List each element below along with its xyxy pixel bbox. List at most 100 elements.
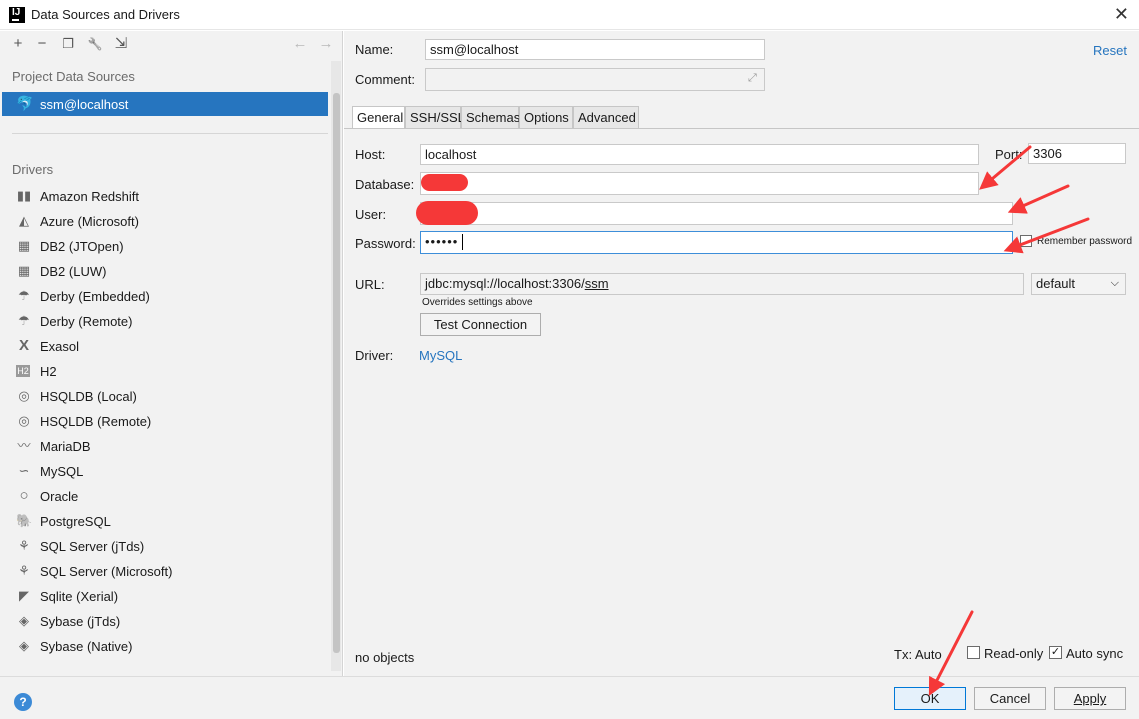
driver-item[interactable]: ◈ Sybase (jTds)	[14, 611, 324, 633]
driver-item[interactable]: 🐘 PostgreSQL	[14, 511, 324, 533]
url-label: URL:	[355, 277, 385, 292]
driver-item[interactable]: ◎ HSQLDB (Remote)	[14, 411, 324, 433]
driver-item[interactable]: X Exasol	[14, 336, 324, 358]
drivers-heading: Drivers	[12, 162, 54, 177]
text-cursor	[462, 234, 463, 250]
window-title: Data Sources and Drivers	[31, 7, 180, 22]
url-hint: Overrides settings above	[422, 297, 533, 308]
tab-general[interactable]: General	[352, 106, 405, 129]
mysql-icon: 🐬	[16, 95, 34, 111]
postgresql-icon: 🐘	[16, 513, 33, 528]
database-field[interactable]	[420, 172, 979, 195]
database-label: Database:	[355, 177, 415, 192]
objects-status: no objects	[355, 650, 415, 665]
url-database: ssm	[584, 276, 609, 291]
host-label: Host:	[355, 147, 386, 162]
remember-password-label: Remember password	[1037, 236, 1133, 247]
url-prefix: jdbc:mysql://localhost:3306/	[425, 276, 585, 291]
azure-icon: ◭	[19, 213, 29, 228]
left-toolbar: + − ❐ 🔧 ⇲ ← →	[0, 31, 343, 59]
help-icon[interactable]: ?	[14, 693, 32, 711]
password-label: Password:	[355, 236, 416, 251]
driver-item[interactable]: ⚘ SQL Server (Microsoft)	[14, 561, 324, 583]
driver-item[interactable]: ◈ Sybase (Native)	[14, 636, 324, 658]
cancel-button[interactable]: Cancel	[974, 687, 1046, 710]
tab-advanced[interactable]: Advanced	[573, 106, 639, 128]
left-panel: + − ❐ 🔧 ⇲ ← → Project Data Sources 🐬 ssm…	[0, 31, 343, 676]
driver-link[interactable]: MySQL	[419, 348, 462, 363]
right-panel: Name: ssm@localhost Reset Comment: ⤢ Gen…	[344, 31, 1139, 676]
project-data-sources-heading: Project Data Sources	[12, 69, 135, 84]
read-only-checkbox[interactable]	[967, 646, 980, 659]
forward-arrow-icon[interactable]: →	[317, 35, 335, 53]
name-label: Name:	[355, 42, 394, 57]
driver-item[interactable]: ▦ DB2 (LUW)	[14, 261, 324, 283]
redaction-mark	[416, 201, 478, 225]
sybase-icon: ◈	[19, 638, 29, 653]
test-connection-button[interactable]: Test Connection	[420, 313, 541, 336]
driver-item[interactable]: ⚘ SQL Server (jTds)	[14, 536, 324, 558]
tab-ssh-ssl[interactable]: SSH/SSL	[405, 106, 465, 128]
title-bar: IJ Data Sources and Drivers ✕	[0, 0, 1139, 30]
hsqldb-icon: ◎	[18, 413, 30, 428]
user-field[interactable]	[420, 202, 1013, 225]
url-field[interactable]: jdbc:mysql://localhost:3306/ssm	[420, 273, 1024, 295]
apply-button[interactable]: Apply	[1054, 687, 1126, 710]
remove-icon[interactable]: −	[33, 35, 51, 53]
add-icon[interactable]: +	[9, 35, 27, 53]
chevron-down-icon: ⌵	[1110, 277, 1119, 289]
bottom-bar: ? OK Cancel Apply	[0, 676, 1139, 719]
close-icon[interactable]: ✕	[1114, 4, 1129, 25]
host-field[interactable]: localhost	[420, 144, 979, 165]
copy-icon[interactable]: ❐	[59, 35, 77, 53]
derby-icon: ☂	[18, 288, 30, 303]
ok-button[interactable]: OK	[894, 687, 966, 710]
driver-item[interactable]: ☂ Derby (Embedded)	[14, 286, 324, 308]
tab-options[interactable]: Options	[519, 106, 573, 128]
tab-schemas[interactable]: Schemas	[461, 106, 520, 128]
exasol-icon: X	[18, 337, 29, 354]
driver-item[interactable]: ◤ Sqlite (Xerial)	[14, 586, 324, 608]
port-field[interactable]: 3306	[1028, 143, 1126, 164]
password-field[interactable]: ••••••	[420, 231, 1013, 254]
driver-item[interactable]: ▦ DB2 (JTOpen)	[14, 236, 324, 258]
derby-icon: ☂	[18, 313, 30, 328]
divider	[12, 133, 328, 134]
mysql-icon: ∽	[18, 463, 30, 478]
left-scrollbar-thumb[interactable]	[333, 93, 340, 653]
auto-sync-checkbox[interactable]: ✓	[1049, 646, 1062, 659]
user-label: User:	[355, 207, 387, 222]
data-source-item-ssm[interactable]: 🐬 ssm@localhost	[2, 92, 328, 116]
import-icon[interactable]: ⇲	[112, 35, 130, 53]
driver-item[interactable]: ∽ MySQL	[14, 461, 324, 483]
comment-field[interactable]	[425, 68, 765, 91]
name-field[interactable]: ssm@localhost	[425, 39, 765, 60]
read-only-label: Read-only	[984, 646, 1044, 661]
driver-item[interactable]: ▮▮ Amazon Redshift	[14, 186, 324, 208]
driver-item[interactable]: H2 H2	[14, 361, 324, 383]
expand-icon[interactable]: ⤢	[748, 72, 757, 85]
db2-icon: ▦	[17, 263, 31, 278]
sqlserver-icon: ⚘	[18, 538, 30, 553]
driver-item[interactable]: 〰 MariaDB	[14, 436, 324, 458]
url-mode-value: default	[1036, 276, 1076, 291]
reset-link[interactable]: Reset	[1093, 43, 1127, 58]
mariadb-icon: 〰	[17, 438, 31, 453]
tx-mode-label[interactable]: Tx: Auto	[894, 647, 942, 662]
intellij-logo-icon: IJ	[9, 7, 25, 23]
url-mode-select[interactable]: default ⌵	[1031, 273, 1126, 295]
driver-item[interactable]: ○ Oracle	[14, 486, 324, 508]
driver-item[interactable]: ◭ Azure (Microsoft)	[14, 211, 324, 233]
back-arrow-icon[interactable]: ←	[291, 35, 309, 53]
driver-label: Driver:	[355, 348, 394, 363]
comment-label: Comment:	[355, 72, 415, 87]
auto-sync-label: Auto sync	[1066, 646, 1124, 661]
redaction-mark	[421, 174, 468, 191]
driver-item[interactable]: ☂ Derby (Remote)	[14, 311, 324, 333]
wrench-icon[interactable]: 🔧	[86, 35, 104, 53]
h2-icon: H2	[16, 365, 30, 377]
sybase-icon: ◈	[19, 613, 29, 628]
driver-item[interactable]: ◎ HSQLDB (Local)	[14, 386, 324, 408]
remember-password-checkbox[interactable]	[1020, 235, 1032, 247]
data-source-label: ssm@localhost	[40, 97, 129, 112]
